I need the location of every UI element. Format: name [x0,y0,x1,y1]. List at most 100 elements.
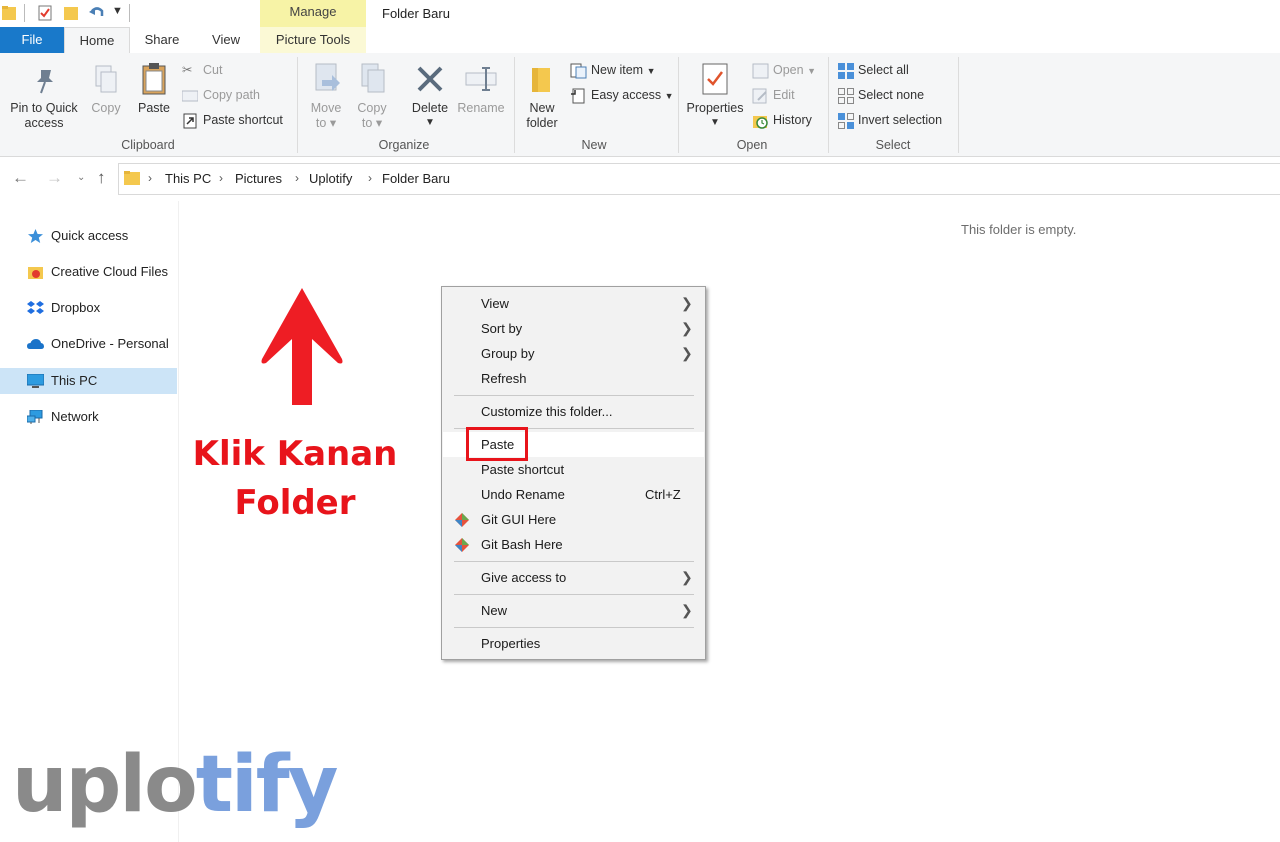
address-bar[interactable] [118,163,1280,195]
menu-item-give-access[interactable]: Give access to ❯ [443,565,704,590]
menu-item-view[interactable]: View ❯ [443,291,704,316]
copy-label: Copy [91,101,121,115]
breadcrumb-folder-baru[interactable]: Folder Baru [382,171,450,186]
properties-dropdown-icon[interactable]: ▼ [684,115,746,130]
delete-dropdown-icon[interactable]: ▼ [408,115,452,130]
properties-check-icon [702,63,728,95]
copy-path-icon [182,90,198,102]
properties-button[interactable]: Properties ▼ [684,62,746,132]
tab-file[interactable]: File [0,27,64,53]
sidebar-item-quick-access[interactable]: Quick access [0,223,177,249]
paste-shortcut-label: Paste shortcut [203,113,283,127]
sidebar-item-this-pc[interactable]: This PC [0,368,177,394]
cut-button[interactable]: ✂ Cut [182,60,222,80]
breadcrumb-uplotify[interactable]: Uplotify [309,171,352,186]
copy-to-label-2: to ▾ [361,116,383,130]
ribbon-tabs [0,27,1280,54]
properties-check-icon[interactable] [38,5,52,21]
organize-group-label: Organize [378,138,430,152]
divider [24,4,25,22]
empty-folder-message: This folder is empty. [961,222,1077,237]
edit-button[interactable]: Edit [752,85,795,105]
menu-item-new[interactable]: New ❯ [443,598,704,623]
move-to-button[interactable]: Move to ▾ [304,62,348,132]
menu-item-properties[interactable]: Properties [443,631,704,656]
menu-item-group-by[interactable]: Group by ❯ [443,341,704,366]
network-icon [27,410,43,424]
menu-divider [454,594,694,595]
tab-picture-tools[interactable]: Picture Tools [260,27,366,53]
group-separator [297,57,298,153]
menu-divider [454,627,694,628]
move-to-label-2: to ▾ [315,116,337,130]
history-button[interactable]: History [752,110,812,130]
sidebar-item-label: Network [51,409,99,424]
tab-manage[interactable]: Manage [260,0,366,27]
dropbox-icon [27,301,44,314]
onedrive-cloud-icon [27,339,44,349]
invert-selection-icon [838,112,854,129]
back-arrow-icon[interactable]: ← [12,168,29,188]
new-item-button[interactable]: New item ▼ [570,60,656,80]
customize-toolbar-icon[interactable]: ▼ [112,5,123,17]
recent-locations-chevron-icon[interactable]: ⌄ [77,172,85,183]
invert-selection-button[interactable]: Invert selection [837,110,942,130]
rename-label: Rename [457,101,505,115]
paste-button[interactable]: Paste [132,62,176,122]
properties-label: Properties [686,101,744,115]
new-folder-button[interactable]: New folder [520,62,564,132]
menu-item-undo-rename[interactable]: Undo Rename Ctrl+Z [443,482,704,507]
copy-to-icon [361,63,385,93]
paste-label: Paste [138,101,170,115]
invert-selection-label: Invert selection [858,113,943,127]
menu-item-git-bash[interactable]: Git Bash Here [443,532,704,557]
menu-item-sort-by[interactable]: Sort by ❯ [443,316,704,341]
forward-arrow-icon[interactable]: → [46,168,63,188]
divider [129,4,130,22]
breadcrumb-chevron-icon: › [295,171,299,185]
new-item-label: New item [591,63,644,77]
menu-item-refresh[interactable]: Refresh [443,366,704,391]
select-none-button[interactable]: Select none [837,85,924,105]
open-button[interactable]: Open ▼ [752,60,816,80]
pin-icon [37,70,53,94]
copy-button[interactable]: Copy [86,62,126,122]
rename-button[interactable]: Rename [456,62,506,122]
history-label: History [773,113,812,127]
paste-shortcut-button[interactable]: Paste shortcut [182,110,283,130]
select-none-icon [838,87,854,104]
copy-to-label-1: Copy [357,101,387,115]
breadcrumb-this-pc[interactable]: This PC [165,171,211,186]
easy-access-button[interactable]: Easy access ▼ [570,85,674,105]
paste-shortcut-icon [183,113,197,129]
paste-icon [142,63,166,95]
copy-path-button[interactable]: Copy path [182,85,260,105]
pin-to-quick-access-button[interactable]: Pin to Quick access [4,62,84,132]
tab-home[interactable]: Home [64,27,130,54]
sidebar-item-network[interactable]: Network [0,404,177,430]
sidebar-item-onedrive[interactable]: OneDrive - Personal [0,331,177,357]
chevron-down-icon: ▼ [646,66,656,76]
delete-button[interactable]: Delete ▼ [408,62,452,132]
chevron-right-icon: ❯ [681,602,693,618]
sidebar-item-creative-cloud[interactable]: Creative Cloud Files [0,259,177,285]
folder-icon [124,171,140,185]
breadcrumb-chevron-icon: › [368,171,372,185]
pin-label-2: access [24,116,64,130]
menu-item-git-gui[interactable]: Git GUI Here [443,507,704,532]
up-arrow-icon[interactable]: ↑ [97,168,106,188]
tab-view[interactable]: View [200,27,252,53]
chevron-right-icon: ❯ [681,295,693,311]
menu-item-customize-folder[interactable]: Customize this folder... [443,399,704,424]
breadcrumb-pictures[interactable]: Pictures [235,171,282,186]
menu-divider [454,395,694,396]
undo-icon[interactable] [88,5,106,21]
select-group-label: Select [875,138,911,152]
select-all-button[interactable]: Select all [837,60,909,80]
menu-divider [454,561,694,562]
tab-share[interactable]: Share [136,27,188,53]
copy-to-button[interactable]: Copy to ▾ [350,62,394,132]
sidebar-item-dropbox[interactable]: Dropbox [0,295,177,321]
new-folder-icon[interactable] [64,5,78,21]
title-bar [0,0,1280,27]
